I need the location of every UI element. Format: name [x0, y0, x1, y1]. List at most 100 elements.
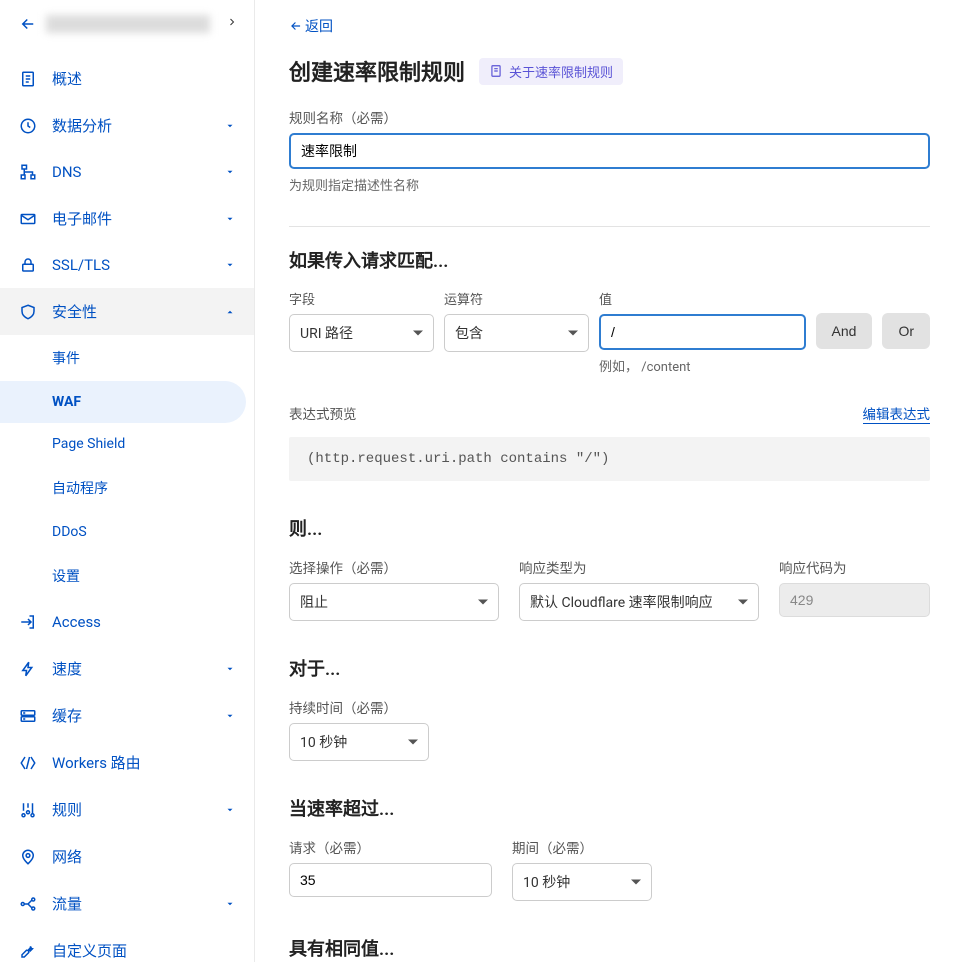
nav-item-disk[interactable]: 缓存: [0, 692, 254, 739]
nav-item-exit[interactable]: Access: [0, 599, 254, 645]
nav-item-label: 电子邮件: [52, 208, 222, 229]
doc-icon: [18, 69, 38, 89]
nav-sub-item[interactable]: Page Shield: [0, 423, 254, 465]
req-input[interactable]: [289, 863, 492, 897]
cond-op-select[interactable]: 包含: [444, 314, 589, 352]
clock-icon: [18, 116, 38, 136]
nav-item-traffic[interactable]: 流量: [0, 880, 254, 927]
pin-icon: [18, 847, 38, 867]
chevron-down-icon: [222, 211, 238, 227]
doc-icon: [489, 64, 503, 78]
nav-item-mail[interactable]: 电子邮件: [0, 195, 254, 242]
nav-sub-item[interactable]: 事件: [0, 335, 254, 381]
nav-item-doc[interactable]: 概述: [0, 55, 254, 102]
duration-label: 持续时间（必需）: [289, 697, 429, 717]
back-arrow-icon[interactable]: [18, 14, 38, 34]
action-op-value: 阻止: [300, 592, 328, 612]
nav-item-label: SSL/TLS: [52, 256, 222, 274]
or-button[interactable]: Or: [882, 313, 930, 349]
nav-sub-item[interactable]: WAF: [0, 381, 246, 423]
resp-code-label: 响应代码为: [779, 557, 930, 577]
action-op-select[interactable]: 阻止: [289, 583, 499, 621]
chevron-down-icon: [222, 896, 238, 912]
nav-sub-label: 设置: [52, 566, 80, 586]
chevron-down-icon: [222, 257, 238, 273]
workers-icon: [18, 753, 38, 773]
rules-icon: [18, 800, 38, 820]
rule-name-label: 规则名称（必需）: [289, 107, 930, 127]
then-section-title: 则...: [289, 515, 930, 541]
nav-item-label: 规则: [52, 799, 222, 820]
action-op-label: 选择操作（必需）: [289, 557, 499, 577]
cond-op-label: 运算符: [444, 289, 589, 308]
back-link[interactable]: 返回: [289, 16, 333, 36]
nav-sub-label: Page Shield: [52, 436, 125, 452]
bolt-icon: [18, 659, 38, 679]
char-section-title: 具有相同值...: [289, 935, 930, 961]
expr-label: 表达式预览: [289, 403, 357, 423]
nav-item-clock[interactable]: 数据分析: [0, 102, 254, 149]
chevron-down-icon: [222, 304, 238, 320]
nav-item-label: 数据分析: [52, 115, 222, 136]
dns-icon: [18, 162, 38, 182]
sidebar: 概述数据分析 DNS 电子邮件 SSL/TLS 安全性事件 WAF Page Shield 自…: [0, 0, 255, 962]
resp-code-input: [779, 583, 930, 617]
sidebar-header[interactable]: [0, 0, 254, 49]
nav-item-label: 概述: [52, 68, 238, 89]
rate-section-title: 当速率超过...: [289, 795, 930, 821]
period-select[interactable]: 10 秒钟: [512, 863, 652, 901]
nav-sub-label: 自动程序: [52, 478, 108, 498]
resp-type-label: 响应类型为: [519, 557, 759, 577]
nav-item-label: 自定义页面: [52, 940, 238, 961]
nav-item-label: 速度: [52, 658, 222, 679]
duration-value: 10 秒钟: [300, 732, 347, 752]
period-label: 期间（必需）: [512, 837, 652, 857]
wrench-icon: [18, 941, 38, 961]
nav-item-wrench[interactable]: 自定义页面: [0, 927, 254, 962]
nav-item-dns[interactable]: DNS: [0, 149, 254, 195]
nav-item-lock[interactable]: SSL/TLS: [0, 242, 254, 288]
nav-item-shield[interactable]: 安全性: [0, 288, 254, 335]
rule-name-hint: 为规则指定描述性名称: [289, 175, 930, 194]
chevron-down-icon: [222, 708, 238, 724]
nav-sub-label: DDoS: [52, 524, 87, 540]
nav-item-workers[interactable]: Workers 路由: [0, 739, 254, 786]
nav-sub-item[interactable]: DDoS: [0, 511, 254, 553]
nav-item-rules[interactable]: 规则: [0, 786, 254, 833]
disk-icon: [18, 706, 38, 726]
nav-sub-item[interactable]: 自动程序: [0, 465, 254, 511]
main-content: 返回 创建速率限制规则 关于速率限制规则 规则名称（必需） 为规则指定描述性名称…: [255, 0, 954, 962]
nav-item-bolt[interactable]: 速度: [0, 645, 254, 692]
chevron-down-icon: [222, 802, 238, 818]
nav-item-pin[interactable]: 网络: [0, 833, 254, 880]
shield-icon: [18, 302, 38, 322]
doc-tag[interactable]: 关于速率限制规则: [479, 58, 623, 85]
for-section-title: 对于...: [289, 655, 930, 681]
cond-field-label: 字段: [289, 289, 434, 308]
chevron-down-icon: [222, 661, 238, 677]
rule-name-input[interactable]: [289, 133, 930, 169]
duration-select[interactable]: 10 秒钟: [289, 723, 429, 761]
page-title: 创建速率限制规则: [289, 55, 465, 87]
cond-value-input[interactable]: [599, 314, 806, 350]
cond-op-value: 包含: [455, 323, 483, 343]
nav-item-label: 流量: [52, 893, 222, 914]
cond-value-label: 值: [599, 289, 806, 308]
nav-sub-item[interactable]: 设置: [0, 553, 254, 599]
edit-expression-link[interactable]: 编辑表达式: [863, 403, 931, 424]
exit-icon: [18, 612, 38, 632]
nav-item-label: DNS: [52, 163, 222, 181]
nav-item-label: 缓存: [52, 705, 222, 726]
nav-sub-label: 事件: [52, 348, 80, 368]
nav-item-label: Access: [52, 613, 238, 631]
match-section-title: 如果传入请求匹配...: [289, 247, 930, 273]
lock-icon: [18, 255, 38, 275]
back-link-text: 返回: [305, 16, 333, 36]
resp-type-value: 默认 Cloudflare 速率限制响应: [530, 592, 713, 612]
cond-field-select[interactable]: URI 路径: [289, 314, 434, 352]
and-button[interactable]: And: [816, 313, 873, 349]
traffic-icon: [18, 894, 38, 914]
resp-type-select[interactable]: 默认 Cloudflare 速率限制响应: [519, 583, 759, 621]
req-label: 请求（必需）: [289, 837, 492, 857]
mail-icon: [18, 209, 38, 229]
